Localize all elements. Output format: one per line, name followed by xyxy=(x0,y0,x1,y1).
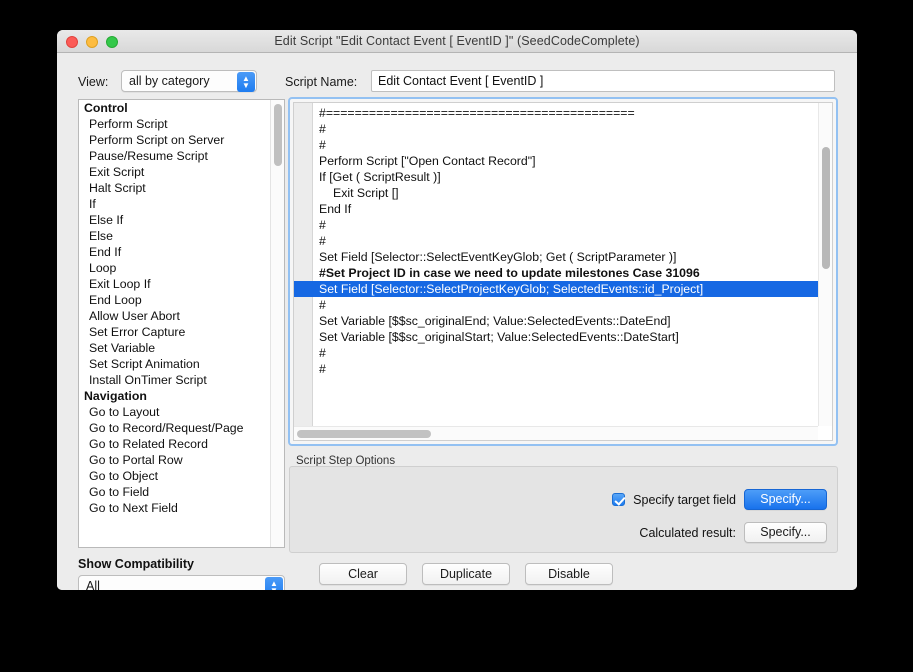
sidebar-item-13[interactable]: Allow User Abort xyxy=(79,308,270,324)
script-step[interactable]: # xyxy=(314,345,817,361)
script-vertical-scrollbar[interactable] xyxy=(818,103,832,426)
script-name-input[interactable]: Edit Contact Event [ EventID ] xyxy=(371,70,835,92)
sidebar-item-20[interactable]: Go to Record/Request/Page xyxy=(79,420,270,436)
calculated-result-label: Calculated result: xyxy=(639,525,736,540)
sidebar-item-16[interactable]: Set Script Animation xyxy=(79,356,270,372)
script-step[interactable]: If [Get ( ScriptResult )] xyxy=(314,169,817,185)
script-step[interactable]: # xyxy=(314,217,817,233)
specify-target-field-label: Specify target field xyxy=(633,492,736,507)
sidebar-category-18: Navigation xyxy=(84,389,147,403)
sidebar-scrollbar[interactable] xyxy=(270,100,284,547)
edit-script-window: Edit Script "Edit Contact Event [ EventI… xyxy=(57,30,857,590)
toolbar-row: View: all by category ▲ ▼ Script Name: Ed… xyxy=(57,70,857,94)
minimize-button-icon[interactable] xyxy=(86,36,98,48)
script-name-label: Script Name: xyxy=(285,75,358,89)
compatibility-dropdown-value: All xyxy=(86,579,100,590)
script-step[interactable]: Set Field [Selector::SelectEventKeyGlob;… xyxy=(314,249,817,265)
sidebar-scrollbar-thumb[interactable] xyxy=(274,104,282,166)
sidebar-item-19[interactable]: Go to Layout xyxy=(79,404,270,420)
disable-button[interactable]: Disable xyxy=(525,563,613,585)
sidebar-item-11[interactable]: Exit Loop If xyxy=(79,276,270,292)
script-step[interactable]: #Set Project ID in case we need to updat… xyxy=(314,265,817,281)
sidebar-item-17[interactable]: Install OnTimer Script xyxy=(79,372,270,388)
sidebar-item-9[interactable]: End If xyxy=(79,244,270,260)
traffic-light-group xyxy=(66,36,118,48)
sidebar-item-6[interactable]: If xyxy=(79,196,270,212)
script-step-list: #=======================================… xyxy=(294,105,832,377)
window-title: Edit Script "Edit Contact Event [ EventI… xyxy=(274,34,640,48)
specify-target-field-button[interactable]: Specify... xyxy=(744,489,827,510)
sidebar-item-8[interactable]: Else xyxy=(79,228,270,244)
script-horizontal-scrollbar[interactable] xyxy=(294,426,818,440)
window-titlebar[interactable]: Edit Script "Edit Contact Event [ EventI… xyxy=(57,30,857,53)
chevron-updown-icon[interactable]: ▲▼ xyxy=(237,72,255,92)
script-steps-sidebar[interactable]: Control Perform Script Perform Script on S… xyxy=(78,99,285,548)
sidebar-item-5[interactable]: Halt Script xyxy=(79,180,270,196)
sidebar-item-1[interactable]: Perform Script xyxy=(79,116,270,132)
script-step[interactable]: # xyxy=(314,233,817,249)
script-step[interactable]: #=======================================… xyxy=(314,105,817,121)
script-step[interactable]: End If xyxy=(314,201,817,217)
chevron-updown-icon[interactable]: ▲▼ xyxy=(265,577,283,590)
sidebar-item-22[interactable]: Go to Portal Row xyxy=(79,452,270,468)
zoom-button-icon[interactable] xyxy=(106,36,118,48)
sidebar-item-24[interactable]: Go to Field xyxy=(79,484,270,500)
close-button-icon[interactable] xyxy=(66,36,78,48)
sidebar-item-23[interactable]: Go to Object xyxy=(79,468,270,484)
script-steps-list: Control Perform Script Perform Script on S… xyxy=(79,100,270,516)
duplicate-button[interactable]: Duplicate xyxy=(422,563,510,585)
sidebar-item-3[interactable]: Pause/Resume Script xyxy=(79,148,270,164)
script-gutter xyxy=(294,103,313,440)
script-step[interactable]: # xyxy=(314,361,817,377)
sidebar-category-0: Control xyxy=(84,101,128,115)
show-compatibility-label: Show Compatibility xyxy=(78,557,194,571)
sidebar-item-14[interactable]: Set Error Capture xyxy=(79,324,270,340)
script-step[interactable]: # xyxy=(314,137,817,153)
window-body: View: all by category ▲ ▼ Script Name: Ed… xyxy=(57,53,857,590)
action-button-row: Clear Duplicate Disable xyxy=(319,563,613,585)
script-editor-inner: #=======================================… xyxy=(293,102,833,441)
script-horizontal-scrollbar-thumb[interactable] xyxy=(297,430,431,438)
sidebar-item-7[interactable]: Else If xyxy=(79,212,270,228)
sidebar-item-12[interactable]: End Loop xyxy=(79,292,270,308)
view-dropdown[interactable]: all by category ▲ ▼ xyxy=(121,70,257,92)
script-step[interactable]: Set Variable [$$sc_originalEnd; Value:Se… xyxy=(314,313,817,329)
script-step[interactable]: Perform Script ["Open Contact Record"] xyxy=(314,153,817,169)
compatibility-dropdown[interactable]: All ▲▼ xyxy=(78,575,285,590)
sidebar-item-15[interactable]: Set Variable xyxy=(79,340,270,356)
specify-target-field-row: Specify target field Specify... xyxy=(612,489,827,510)
sidebar-item-25[interactable]: Go to Next Field xyxy=(79,500,270,516)
sidebar-item-21[interactable]: Go to Related Record xyxy=(79,436,270,452)
script-step[interactable]: # xyxy=(314,121,817,137)
script-editor-pane[interactable]: #=======================================… xyxy=(288,97,838,446)
view-label: View: xyxy=(78,75,109,89)
script-name-value: Edit Contact Event [ EventID ] xyxy=(378,74,544,88)
calculated-result-button[interactable]: Specify... xyxy=(744,522,827,543)
sidebar-item-10[interactable]: Loop xyxy=(79,260,270,276)
sidebar-item-2[interactable]: Perform Script on Server xyxy=(79,132,270,148)
sidebar-item-4[interactable]: Exit Script xyxy=(79,164,270,180)
script-step-options-box: Specify target field Specify... Calculat… xyxy=(289,466,838,553)
script-step[interactable]: Set Variable [$$sc_originalStart; Value:… xyxy=(314,329,817,345)
script-vertical-scrollbar-thumb[interactable] xyxy=(822,147,830,269)
specify-target-field-checkbox[interactable] xyxy=(612,493,626,506)
calculated-result-row: Calculated result: Specify... xyxy=(639,522,827,543)
script-step[interactable]: # xyxy=(314,297,817,313)
clear-button[interactable]: Clear xyxy=(319,563,407,585)
view-dropdown-value: all by category xyxy=(129,74,210,88)
script-step[interactable]: Exit Script [] xyxy=(314,185,817,201)
script-step-selected[interactable]: Set Field [Selector::SelectProjectKeyGlo… xyxy=(294,281,832,297)
